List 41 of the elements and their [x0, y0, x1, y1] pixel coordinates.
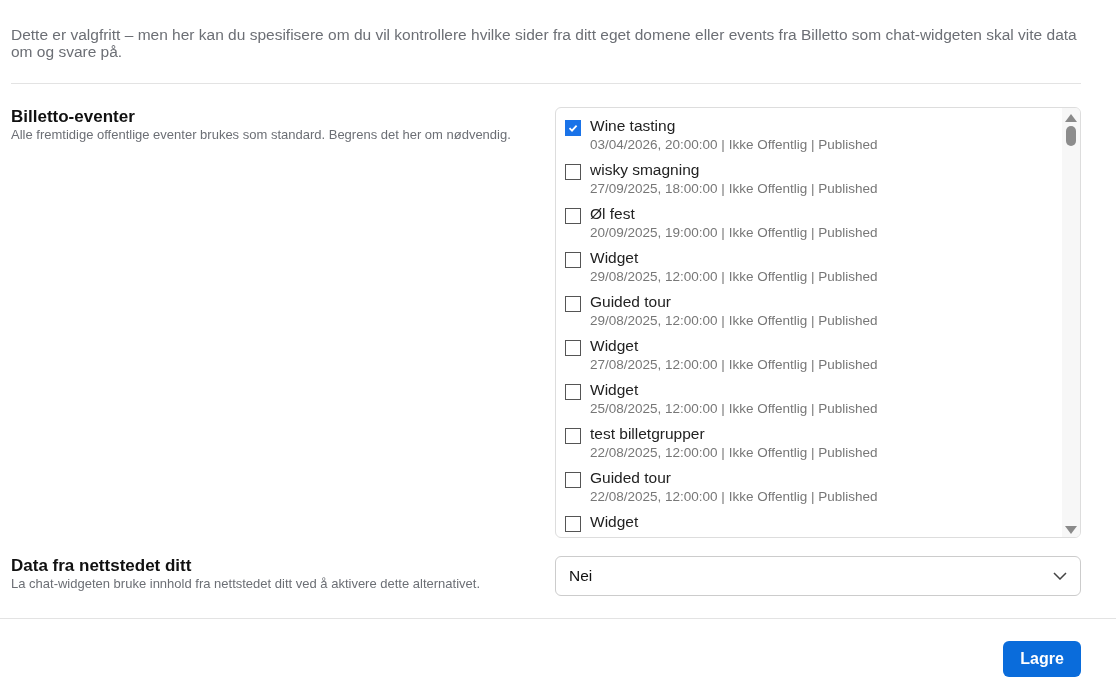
event-name: Widget [590, 336, 640, 355]
event-name: Guided tour [590, 292, 672, 311]
checkbox[interactable] [565, 164, 581, 180]
event-details: 27/09/2025, 18:00:00 | Ikke Offentlig | Published [590, 180, 878, 198]
event-name: Widget [590, 248, 640, 267]
event-name: Wine tasting [590, 116, 677, 135]
intro-text: Dette er valgfritt – men her kan du spesifisere om du vil kontrollere hvilke sider fra ditt eget domene eller events fra Billetto som chat-widgeten skal vite data om og svare på. [11, 26, 1078, 60]
chevron-down-icon [1053, 572, 1067, 580]
event-details: 20/09/2025, 19:00:00 | Ikke Offentlig | Published [590, 224, 878, 242]
section-description: Alle fremtidige offentlige eventer brukes som standard. Begrens det her om nødvendig. [11, 127, 512, 143]
event-name: Øl fest [590, 204, 636, 223]
event-details: 27/08/2025, 12:00:00 | Ikke Offentlig | Published [590, 356, 878, 374]
event-details: 29/08/2025, 12:00:00 | Ikke Offentlig | Published [590, 312, 878, 330]
select-dropdown[interactable]: Nei [555, 556, 1081, 596]
event-name: Guided tour [590, 468, 672, 487]
checkbox[interactable] [565, 384, 581, 400]
checkbox[interactable] [565, 120, 581, 136]
event-name: Widget [590, 512, 639, 531]
section-description: La chat-widgeten bruke innhold fra nettstedet ditt ved å aktivere dette alternativet. [11, 576, 481, 592]
checkbox[interactable] [565, 252, 581, 268]
event-name: Widget [590, 380, 640, 399]
checkbox[interactable] [565, 296, 581, 312]
checkbox[interactable] [565, 516, 581, 532]
event-details: 22/08/2025, 12:00:00 | Ikke Offentlig | Published [590, 444, 878, 462]
checkbox[interactable] [565, 428, 581, 444]
event-name: test billetgrupper [590, 424, 706, 443]
section-title: Data fra nettstedet ditt [11, 556, 193, 576]
scroll-down-icon[interactable] [1065, 526, 1077, 534]
checkmark-icon [567, 122, 579, 134]
event-details: 25/08/2025, 12:00:00 | Ikke Offentlig | Published [590, 400, 878, 418]
event-details: 03/04/2026, 20:00:00 | Ikke Offentlig | Published [590, 136, 878, 154]
scroll-up-icon[interactable] [1065, 114, 1077, 122]
checkbox[interactable] [565, 208, 581, 224]
scrollbar-thumb[interactable] [1066, 126, 1076, 146]
event-name: wisky smagning [590, 160, 701, 179]
section-title: Billetto-eventer [11, 107, 136, 127]
save-button[interactable]: Lagre [1003, 641, 1081, 677]
event-details: 29/08/2025, 12:00:00 | Ikke Offentlig | Published [590, 268, 878, 286]
checkbox[interactable] [565, 340, 581, 356]
event-details: 22/08/2025, 12:00:00 | Ikke Offentlig | Published [590, 488, 878, 506]
checkbox[interactable] [565, 472, 581, 488]
